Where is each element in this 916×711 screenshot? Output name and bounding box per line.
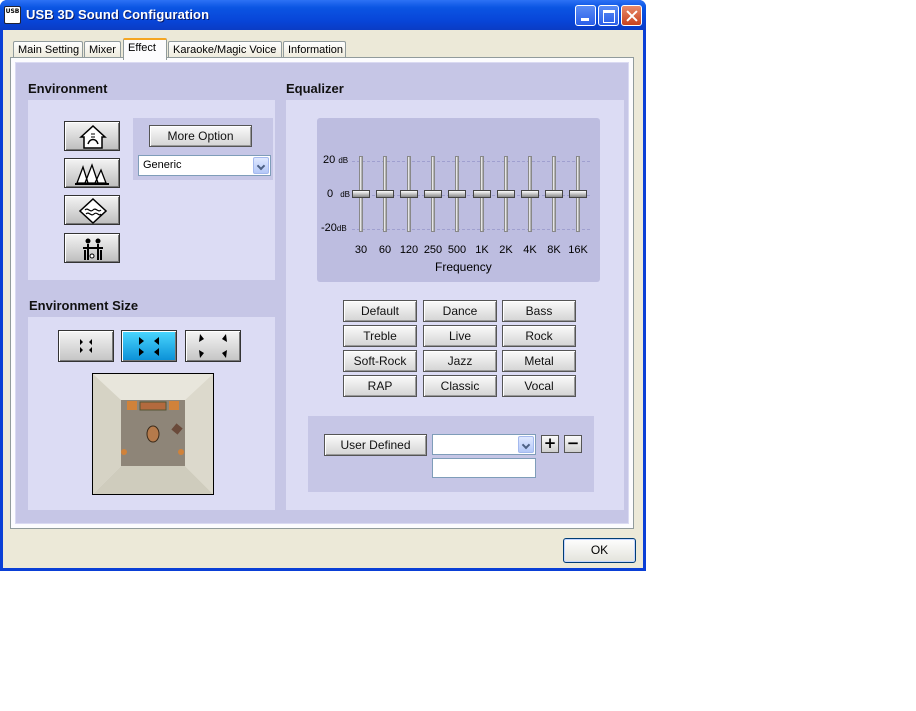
size-small-icon bbox=[80, 339, 92, 353]
room-icon bbox=[83, 238, 103, 260]
app-icon-text: USB bbox=[5, 8, 20, 15]
size-medium-button[interactable] bbox=[121, 330, 177, 362]
tab-effect[interactable]: Effect bbox=[123, 38, 167, 60]
frequency-label: 16K bbox=[568, 244, 588, 256]
more-option-button[interactable]: More Option bbox=[149, 125, 252, 147]
usb-app-icon: USB bbox=[4, 6, 21, 24]
remove-preset-button[interactable]: − bbox=[564, 435, 582, 453]
eq-preset-dance-button[interactable]: Dance bbox=[423, 300, 497, 322]
user-defined-button[interactable]: User Defined bbox=[324, 434, 427, 456]
chevron-down-icon[interactable] bbox=[253, 157, 269, 174]
env-underwater-button[interactable] bbox=[64, 195, 120, 225]
size-small-button[interactable] bbox=[58, 330, 114, 362]
eq-preset-jazz-button[interactable]: Jazz bbox=[423, 350, 497, 372]
eq-preset-soft-rock-button[interactable]: Soft-Rock bbox=[343, 350, 417, 372]
chevron-down-icon[interactable] bbox=[518, 436, 534, 453]
close-button[interactable] bbox=[621, 5, 642, 26]
house-icon bbox=[79, 124, 107, 149]
user-defined-select[interactable] bbox=[432, 434, 536, 455]
eq-preset-rock-button[interactable]: Rock bbox=[502, 325, 576, 347]
maximize-button[interactable] bbox=[598, 5, 619, 26]
eq-slider-thumb[interactable] bbox=[545, 190, 563, 198]
eq-slider-thumb[interactable] bbox=[448, 190, 466, 198]
environment-title: Environment bbox=[28, 81, 108, 96]
minimize-button[interactable] bbox=[575, 5, 596, 26]
db-label-bottom: -20dB bbox=[321, 222, 347, 234]
eq-preset-rap-button[interactable]: RAP bbox=[343, 375, 417, 397]
opera-house-icon bbox=[75, 163, 109, 185]
eq-slider-thumb[interactable] bbox=[521, 190, 539, 198]
eq-slider-thumb[interactable] bbox=[400, 190, 418, 198]
ok-button-visible[interactable]: OK bbox=[563, 538, 636, 563]
equalizer-title: Equalizer bbox=[286, 81, 344, 96]
env-room-button[interactable] bbox=[64, 233, 120, 263]
eq-slider-thumb[interactable] bbox=[569, 190, 587, 198]
preset-name-input[interactable] bbox=[432, 458, 536, 478]
eq-preset-live-button[interactable]: Live bbox=[423, 325, 497, 347]
frequency-axis-label: Frequency bbox=[435, 260, 492, 274]
environment-preset-select[interactable]: Generic bbox=[138, 155, 271, 176]
db-label-top: 20 dB bbox=[323, 154, 349, 166]
add-preset-button[interactable]: + bbox=[541, 435, 559, 453]
db-label-mid: 0 dB bbox=[327, 188, 350, 200]
window-title: USB 3D Sound Configuration bbox=[26, 7, 210, 22]
eq-slider-thumb[interactable] bbox=[473, 190, 491, 198]
title-bar[interactable]: USB USB 3D Sound Configuration bbox=[0, 0, 646, 30]
env-house-button[interactable] bbox=[64, 121, 120, 151]
size-large-icon bbox=[199, 334, 227, 358]
environment-size-title: Environment Size bbox=[29, 298, 139, 313]
underwater-icon bbox=[79, 198, 107, 224]
eq-slider-thumb[interactable] bbox=[352, 190, 370, 198]
room-preview bbox=[92, 373, 214, 495]
eq-preset-vocal-button[interactable]: Vocal bbox=[502, 375, 576, 397]
eq-preset-bass-button[interactable]: Bass bbox=[502, 300, 576, 322]
eq-preset-default-button[interactable]: Default bbox=[343, 300, 417, 322]
eq-preset-classic-button[interactable]: Classic bbox=[423, 375, 497, 397]
env-opera-house-button[interactable] bbox=[64, 158, 120, 188]
size-medium-icon bbox=[139, 337, 159, 356]
eq-slider-thumb[interactable] bbox=[497, 190, 515, 198]
size-large-button[interactable] bbox=[185, 330, 241, 362]
environment-preset-value: Generic bbox=[143, 159, 182, 171]
eq-preset-treble-button[interactable]: Treble bbox=[343, 325, 417, 347]
eq-preset-metal-button[interactable]: Metal bbox=[502, 350, 576, 372]
room-preview-icon bbox=[93, 374, 213, 494]
eq-slider-thumb[interactable] bbox=[424, 190, 442, 198]
eq-slider-thumb[interactable] bbox=[376, 190, 394, 198]
